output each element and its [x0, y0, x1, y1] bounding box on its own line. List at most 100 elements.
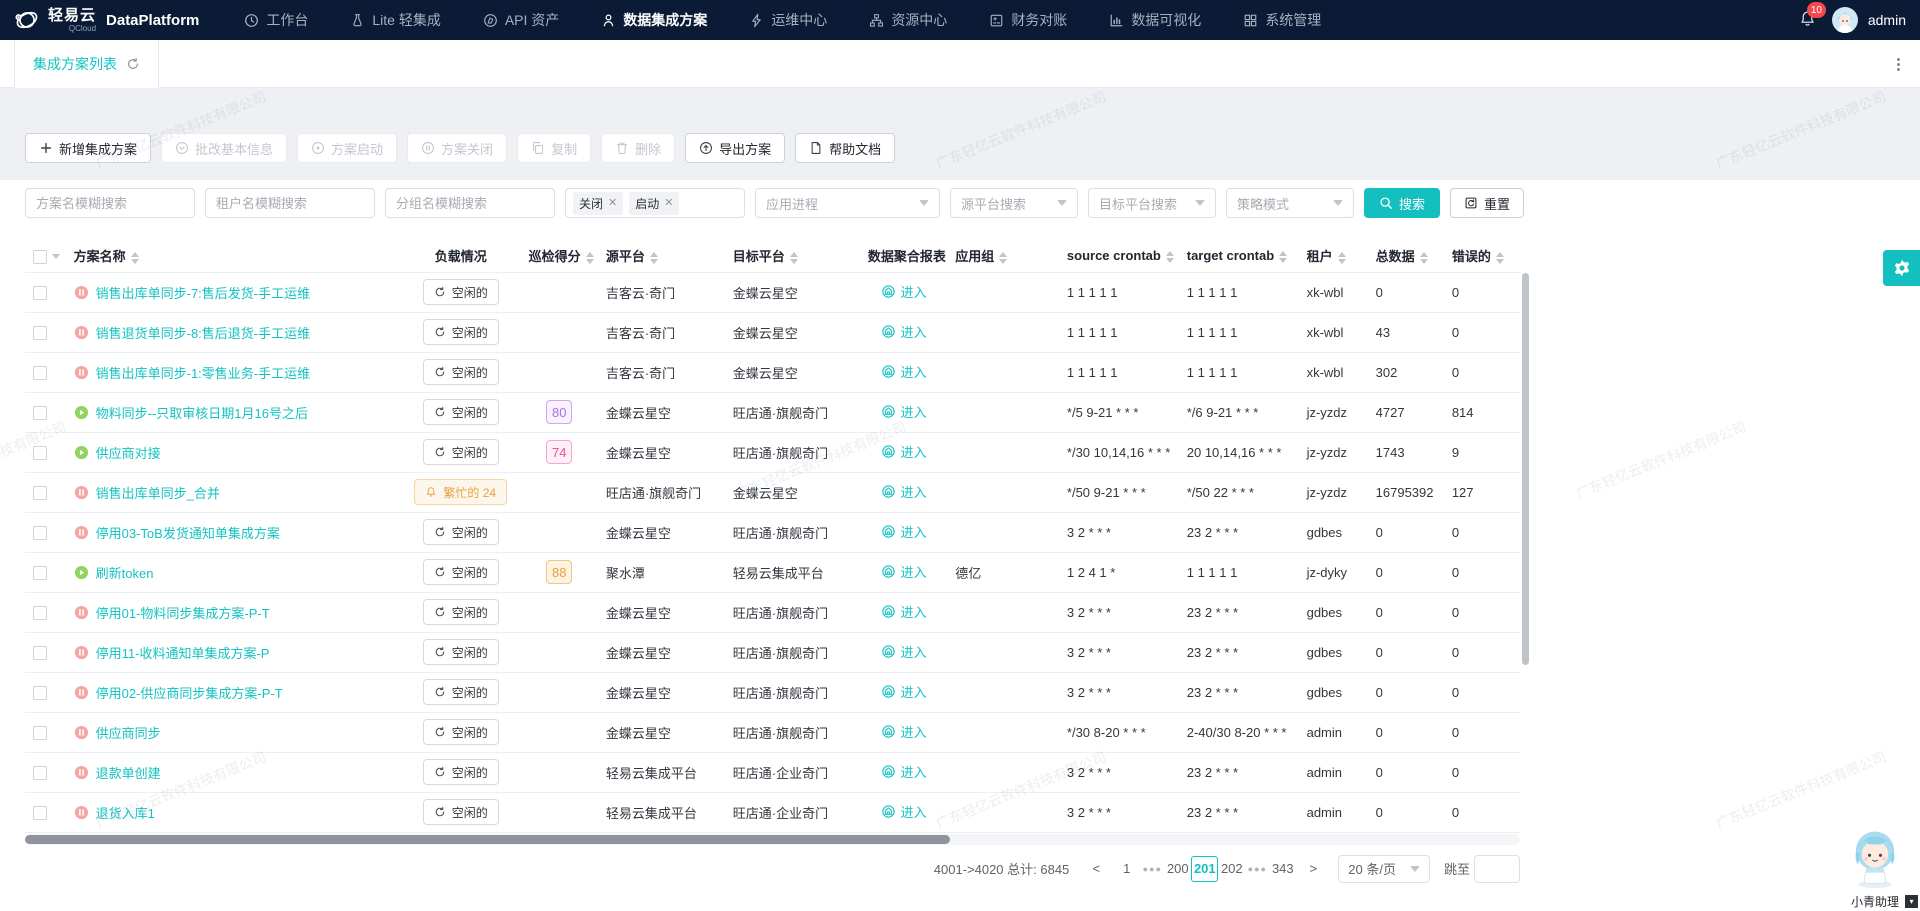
nav-item-ledger[interactable]: 财务对账	[968, 0, 1088, 40]
nav-item-sitemap[interactable]: 资源中心	[848, 0, 968, 40]
row-checkbox[interactable]	[33, 725, 47, 740]
load-status-button[interactable]: 空闲的	[422, 359, 499, 385]
load-status-button[interactable]: 空闲的	[422, 679, 499, 705]
filter-select[interactable]: 应用进程	[755, 188, 940, 218]
sort-icons[interactable]	[585, 251, 594, 264]
plan-name-link[interactable]: 退款单创建	[96, 763, 161, 782]
column-header[interactable]: 错误的	[1443, 240, 1520, 273]
filter-select[interactable]: 策略模式	[1226, 188, 1354, 218]
horizontal-scrollbar[interactable]	[25, 833, 1520, 845]
nav-item-clock[interactable]: 工作台	[223, 0, 329, 40]
plan-name-link[interactable]: 停用11-收料通知单集成方案-P	[96, 643, 270, 662]
close-icon[interactable]: ✕	[664, 197, 673, 209]
plan-name-link[interactable]: 销售出库单同步-7:售后发货-手工运维	[96, 283, 311, 302]
sort-icons[interactable]	[130, 251, 139, 264]
page-size-select[interactable]: 20 条/页	[1338, 854, 1430, 883]
report-enter-link[interactable]: 进入	[881, 402, 927, 421]
nav-item-api[interactable]: API 资产	[462, 0, 580, 40]
plan-name-link[interactable]: 供应商同步	[96, 723, 161, 742]
filter-select[interactable]: 源平台搜索	[950, 188, 1078, 218]
next-page-button[interactable]: >	[1300, 855, 1326, 883]
nav-item-grid[interactable]: 系统管理	[1222, 0, 1342, 40]
row-checkbox[interactable]	[33, 605, 47, 620]
plan-name-link[interactable]: 退货入库1	[96, 803, 155, 822]
report-enter-link[interactable]: 进入	[881, 562, 927, 581]
load-status-button[interactable]: 空闲的	[422, 719, 499, 745]
vertical-scrollbar[interactable]	[1522, 273, 1529, 831]
load-status-button[interactable]: 空闲的	[422, 759, 499, 785]
nav-item-chart[interactable]: 数据可视化	[1088, 0, 1222, 40]
plan-name-link[interactable]: 销售出库单同步-1:零售业务-手工运维	[96, 363, 311, 382]
more-pages-icon[interactable]: ●●●	[1140, 864, 1164, 874]
report-enter-link[interactable]: 进入	[881, 482, 927, 501]
column-header[interactable]: 总数据	[1367, 240, 1444, 273]
filter-text-input[interactable]	[385, 188, 555, 218]
report-enter-link[interactable]: 进入	[881, 442, 927, 461]
report-enter-link[interactable]: 进入	[881, 602, 927, 621]
close-icon[interactable]: ✕	[608, 197, 617, 209]
row-checkbox[interactable]	[33, 685, 47, 700]
nav-item-flask[interactable]: Lite 轻集成	[329, 0, 461, 40]
toolbar-button[interactable]: 帮助文档	[795, 133, 896, 163]
prev-page-button[interactable]: <	[1083, 855, 1109, 883]
report-enter-link[interactable]: 进入	[881, 762, 927, 781]
page-number-button[interactable]: 201	[1191, 855, 1219, 882]
column-header[interactable]: source crontab	[1058, 240, 1179, 273]
chevron-down-icon[interactable]	[52, 254, 60, 260]
column-header[interactable]: 租户	[1298, 240, 1368, 273]
column-header[interactable]: 方案名称	[65, 240, 401, 273]
plan-name-link[interactable]: 刷新token	[96, 563, 154, 582]
sort-icons[interactable]	[1419, 251, 1428, 264]
load-status-button[interactable]: 空闲的	[422, 399, 499, 425]
filter-text-input[interactable]	[205, 188, 375, 218]
page-number-button[interactable]: 200	[1164, 855, 1191, 883]
row-checkbox[interactable]	[33, 645, 47, 660]
report-enter-link[interactable]: 进入	[881, 282, 927, 301]
report-enter-link[interactable]: 进入	[881, 522, 927, 541]
nav-item-person[interactable]: 数据集成方案	[580, 0, 728, 40]
horizontal-scrollbar-thumb[interactable]	[25, 834, 950, 844]
plan-name-link[interactable]: 停用02-供应商同步集成方案-P-T	[96, 683, 283, 702]
sort-icons[interactable]	[1279, 250, 1288, 263]
toolbar-button[interactable]: 导出方案	[685, 133, 786, 163]
row-checkbox[interactable]	[33, 405, 47, 420]
sort-icons[interactable]	[1337, 251, 1346, 264]
report-enter-link[interactable]: 进入	[881, 322, 927, 341]
assistant-toggle-button[interactable]: ▾	[1905, 895, 1918, 908]
report-enter-link[interactable]: 进入	[881, 722, 927, 741]
page-number-button[interactable]: 343	[1269, 855, 1296, 883]
page-number-button[interactable]: 202	[1218, 855, 1245, 883]
load-status-button[interactable]: 空闲的	[422, 599, 499, 625]
column-header[interactable]: 巡检得分	[520, 240, 598, 273]
column-header[interactable]: 目标平台	[724, 240, 860, 273]
reset-button[interactable]: 重置	[1450, 188, 1525, 218]
load-status-button[interactable]: 空闲的	[422, 519, 499, 545]
filter-text-input[interactable]	[25, 188, 195, 218]
row-checkbox[interactable]	[33, 445, 47, 460]
row-checkbox[interactable]	[33, 365, 47, 380]
load-status-button[interactable]: 空闲的	[422, 799, 499, 825]
load-status-button[interactable]: 空闲的	[422, 559, 499, 585]
vertical-scrollbar-thumb[interactable]	[1522, 273, 1529, 665]
assistant-widget[interactable]: 小青助理 ▾	[1832, 827, 1918, 911]
refresh-icon[interactable]	[126, 57, 140, 71]
username[interactable]: admin	[1868, 12, 1906, 28]
column-header[interactable]: 源平台	[597, 240, 725, 273]
plan-name-link[interactable]: 物料同步--只取审核日期1月16号之后	[96, 403, 308, 422]
sort-icons[interactable]	[789, 251, 798, 264]
sort-icons[interactable]	[649, 251, 658, 264]
tab-integration-plan-list[interactable]: 集成方案列表	[14, 40, 159, 88]
select-all-checkbox[interactable]	[33, 249, 47, 264]
load-status-button[interactable]: 繁忙的 24	[414, 479, 508, 505]
more-options-icon[interactable]: ⋮	[1891, 55, 1906, 73]
more-pages-icon[interactable]: ●●●	[1245, 864, 1269, 874]
avatar[interactable]	[1831, 7, 1858, 33]
report-enter-link[interactable]: 进入	[881, 362, 927, 381]
row-checkbox[interactable]	[33, 565, 47, 580]
status-filter-multiselect[interactable]: 关闭 ✕ 启动 ✕	[565, 188, 745, 218]
sort-icons[interactable]	[999, 251, 1008, 264]
brand[interactable]: 轻易云 QCloud DataPlatform	[12, 5, 199, 35]
report-enter-link[interactable]: 进入	[881, 642, 927, 661]
assistant-mascot-image[interactable]	[1843, 831, 1907, 892]
column-settings-button[interactable]	[1883, 250, 1920, 286]
